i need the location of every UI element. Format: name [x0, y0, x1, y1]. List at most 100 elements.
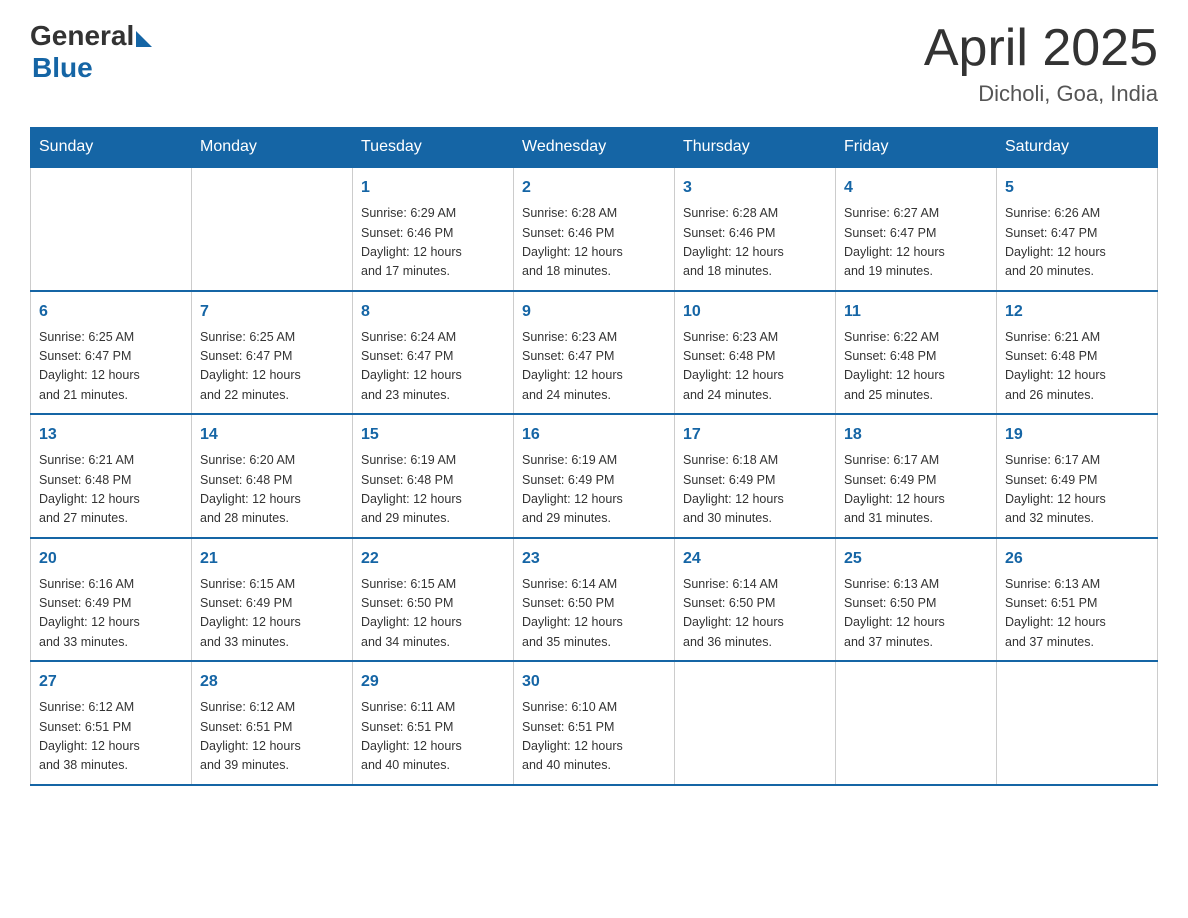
calendar-cell: 8 Sunrise: 6:24 AM Sunset: 6:47 PM Daylig… — [353, 291, 514, 415]
logo-blue-text: Blue — [32, 52, 93, 84]
calendar-week-row: 27 Sunrise: 6:12 AM Sunset: 6:51 PM Dayli… — [31, 661, 1158, 785]
logo-arrow-icon — [136, 31, 152, 47]
day-info: Sunrise: 6:23 AM Sunset: 6:47 PM Dayligh… — [522, 328, 666, 406]
day-number: 1 — [361, 176, 505, 200]
calendar-cell: 15Sunrise: 6:19 AM Sunset: 6:48 PM Dayli… — [353, 414, 514, 538]
calendar-cell: 16 Sunrise: 6:19 AM Sunset: 6:49 PM Dayli… — [514, 414, 675, 538]
day-info: Sunrise: 6:13 AM Sunset: 6:51 PM Dayligh… — [1005, 575, 1149, 653]
day-number: 29 — [361, 670, 505, 694]
day-number: 26 — [1005, 547, 1149, 571]
calendar-cell: 22Sunrise: 6:15 AM Sunset: 6:50 PM Dayli… — [353, 538, 514, 662]
day-number: 8 — [361, 300, 505, 324]
day-info: Sunrise: 6:27 AM Sunset: 6:47 PM Dayligh… — [844, 204, 988, 282]
calendar-cell: 24Sunrise: 6:14 AM Sunset: 6:50 PM Dayli… — [675, 538, 836, 662]
day-number: 25 — [844, 547, 988, 571]
day-number: 11 — [844, 300, 988, 324]
day-number: 22 — [361, 547, 505, 571]
day-info: Sunrise: 6:20 AM Sunset: 6:48 PM Dayligh… — [200, 451, 344, 529]
calendar-cell: 5Sunrise: 6:26 AM Sunset: 6:47 PM Daylig… — [997, 167, 1158, 291]
calendar-cell — [192, 167, 353, 291]
day-number: 5 — [1005, 176, 1149, 200]
day-number: 18 — [844, 423, 988, 447]
day-info: Sunrise: 6:21 AM Sunset: 6:48 PM Dayligh… — [1005, 328, 1149, 406]
day-info: Sunrise: 6:18 AM Sunset: 6:49 PM Dayligh… — [683, 451, 827, 529]
calendar-cell: 9 Sunrise: 6:23 AM Sunset: 6:47 PM Daylig… — [514, 291, 675, 415]
calendar-cell: 27 Sunrise: 6:12 AM Sunset: 6:51 PM Dayli… — [31, 661, 192, 785]
calendar-cell — [836, 661, 997, 785]
calendar-cell: 7 Sunrise: 6:25 AM Sunset: 6:47 PM Daylig… — [192, 291, 353, 415]
page-header: General Blue April 2025 Dicholi, Goa, In… — [30, 20, 1158, 107]
month-year-title: April 2025 — [924, 20, 1158, 77]
calendar-cell — [675, 661, 836, 785]
day-info: Sunrise: 6:19 AM Sunset: 6:49 PM Dayligh… — [522, 451, 666, 529]
day-number: 12 — [1005, 300, 1149, 324]
day-number: 28 — [200, 670, 344, 694]
day-number: 10 — [683, 300, 827, 324]
day-header-sunday: Sunday — [31, 128, 192, 168]
day-number: 30 — [522, 670, 666, 694]
day-info: Sunrise: 6:13 AM Sunset: 6:50 PM Dayligh… — [844, 575, 988, 653]
calendar-week-row: 1 Sunrise: 6:29 AM Sunset: 6:46 PM Daylig… — [31, 167, 1158, 291]
day-info: Sunrise: 6:25 AM Sunset: 6:47 PM Dayligh… — [200, 328, 344, 406]
day-info: Sunrise: 6:16 AM Sunset: 6:49 PM Dayligh… — [39, 575, 183, 653]
day-info: Sunrise: 6:21 AM Sunset: 6:48 PM Dayligh… — [39, 451, 183, 529]
logo-general-text: General — [30, 20, 134, 52]
day-number: 24 — [683, 547, 827, 571]
day-number: 17 — [683, 423, 827, 447]
day-number: 13 — [39, 423, 183, 447]
day-info: Sunrise: 6:19 AM Sunset: 6:48 PM Dayligh… — [361, 451, 505, 529]
calendar-cell: 29 Sunrise: 6:11 AM Sunset: 6:51 PM Dayli… — [353, 661, 514, 785]
day-number: 4 — [844, 176, 988, 200]
day-info: Sunrise: 6:22 AM Sunset: 6:48 PM Dayligh… — [844, 328, 988, 406]
day-header-thursday: Thursday — [675, 128, 836, 168]
day-info: Sunrise: 6:14 AM Sunset: 6:50 PM Dayligh… — [522, 575, 666, 653]
calendar-cell: 23Sunrise: 6:14 AM Sunset: 6:50 PM Dayli… — [514, 538, 675, 662]
calendar-table: SundayMondayTuesdayWednesdayThursdayFrid… — [30, 127, 1158, 786]
calendar-week-row: 20Sunrise: 6:16 AM Sunset: 6:49 PM Dayli… — [31, 538, 1158, 662]
day-header-tuesday: Tuesday — [353, 128, 514, 168]
day-info: Sunrise: 6:17 AM Sunset: 6:49 PM Dayligh… — [844, 451, 988, 529]
day-number: 7 — [200, 300, 344, 324]
calendar-cell: 12 Sunrise: 6:21 AM Sunset: 6:48 PM Dayli… — [997, 291, 1158, 415]
day-number: 16 — [522, 423, 666, 447]
day-number: 19 — [1005, 423, 1149, 447]
day-info: Sunrise: 6:23 AM Sunset: 6:48 PM Dayligh… — [683, 328, 827, 406]
day-info: Sunrise: 6:12 AM Sunset: 6:51 PM Dayligh… — [39, 698, 183, 776]
calendar-cell: 28Sunrise: 6:12 AM Sunset: 6:51 PM Dayli… — [192, 661, 353, 785]
day-number: 21 — [200, 547, 344, 571]
day-header-wednesday: Wednesday — [514, 128, 675, 168]
day-info: Sunrise: 6:28 AM Sunset: 6:46 PM Dayligh… — [683, 204, 827, 282]
day-number: 3 — [683, 176, 827, 200]
day-number: 9 — [522, 300, 666, 324]
calendar-cell: 17 Sunrise: 6:18 AM Sunset: 6:49 PM Dayli… — [675, 414, 836, 538]
day-number: 6 — [39, 300, 183, 324]
calendar-cell: 6 Sunrise: 6:25 AM Sunset: 6:47 PM Daylig… — [31, 291, 192, 415]
day-info: Sunrise: 6:28 AM Sunset: 6:46 PM Dayligh… — [522, 204, 666, 282]
day-header-saturday: Saturday — [997, 128, 1158, 168]
day-info: Sunrise: 6:25 AM Sunset: 6:47 PM Dayligh… — [39, 328, 183, 406]
title-section: April 2025 Dicholi, Goa, India — [924, 20, 1158, 107]
calendar-cell — [31, 167, 192, 291]
calendar-cell: 25 Sunrise: 6:13 AM Sunset: 6:50 PM Dayli… — [836, 538, 997, 662]
calendar-cell: 4 Sunrise: 6:27 AM Sunset: 6:47 PM Daylig… — [836, 167, 997, 291]
day-number: 2 — [522, 176, 666, 200]
day-number: 14 — [200, 423, 344, 447]
location-subtitle: Dicholi, Goa, India — [924, 81, 1158, 107]
day-header-friday: Friday — [836, 128, 997, 168]
calendar-cell: 10 Sunrise: 6:23 AM Sunset: 6:48 PM Dayli… — [675, 291, 836, 415]
day-info: Sunrise: 6:10 AM Sunset: 6:51 PM Dayligh… — [522, 698, 666, 776]
day-info: Sunrise: 6:11 AM Sunset: 6:51 PM Dayligh… — [361, 698, 505, 776]
calendar-cell — [997, 661, 1158, 785]
calendar-week-row: 6 Sunrise: 6:25 AM Sunset: 6:47 PM Daylig… — [31, 291, 1158, 415]
day-info: Sunrise: 6:24 AM Sunset: 6:47 PM Dayligh… — [361, 328, 505, 406]
day-info: Sunrise: 6:29 AM Sunset: 6:46 PM Dayligh… — [361, 204, 505, 282]
calendar-cell: 11 Sunrise: 6:22 AM Sunset: 6:48 PM Dayli… — [836, 291, 997, 415]
calendar-cell: 30 Sunrise: 6:10 AM Sunset: 6:51 PM Dayli… — [514, 661, 675, 785]
logo: General Blue — [30, 20, 152, 84]
calendar-cell: 20Sunrise: 6:16 AM Sunset: 6:49 PM Dayli… — [31, 538, 192, 662]
day-number: 27 — [39, 670, 183, 694]
calendar-header-row: SundayMondayTuesdayWednesdayThursdayFrid… — [31, 128, 1158, 168]
calendar-cell: 1 Sunrise: 6:29 AM Sunset: 6:46 PM Daylig… — [353, 167, 514, 291]
calendar-cell: 13 Sunrise: 6:21 AM Sunset: 6:48 PM Dayli… — [31, 414, 192, 538]
calendar-cell: 26 Sunrise: 6:13 AM Sunset: 6:51 PM Dayli… — [997, 538, 1158, 662]
